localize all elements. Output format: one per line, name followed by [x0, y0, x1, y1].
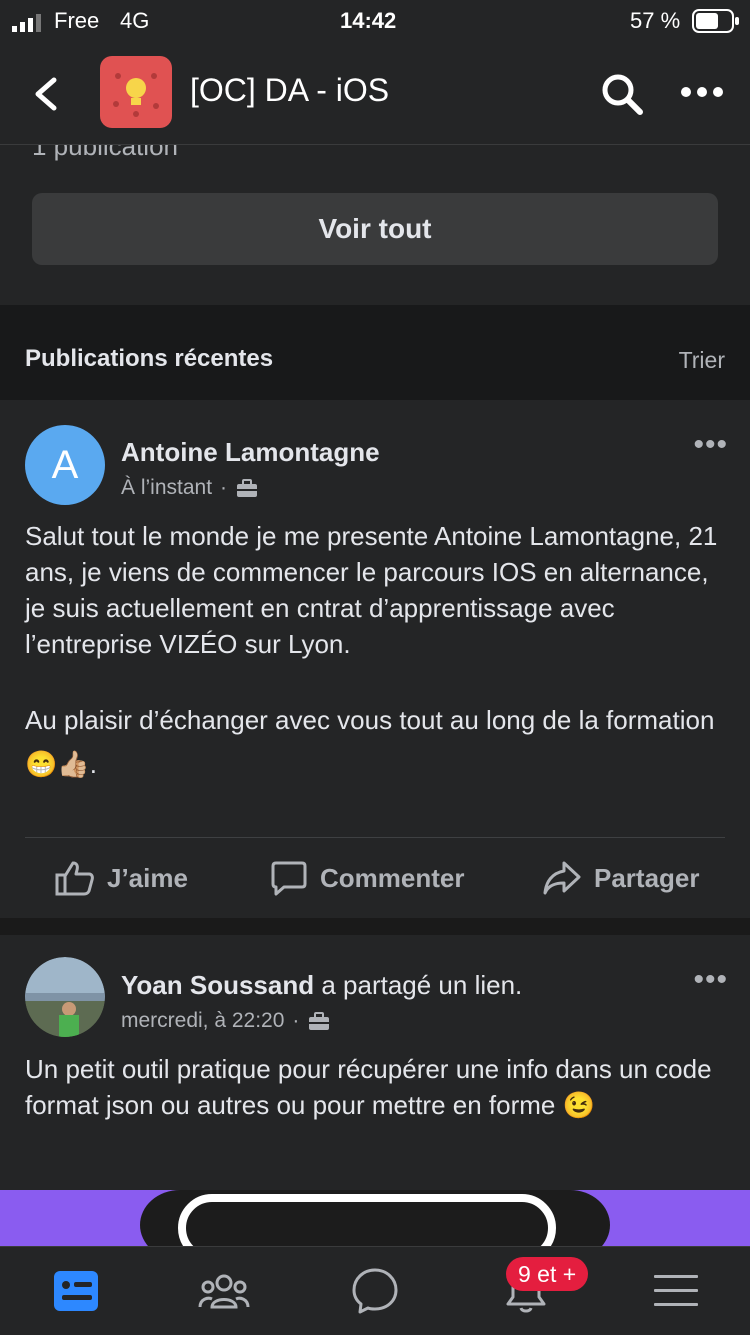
- lightbulb-icon: [113, 73, 159, 117]
- avatar[interactable]: A: [25, 425, 105, 505]
- group-avatar[interactable]: [100, 56, 172, 128]
- sort-button[interactable]: Trier: [679, 347, 725, 374]
- battery-percent: 57 %: [630, 8, 681, 33]
- groups-icon: [198, 1274, 250, 1309]
- link-preview-image[interactable]: [0, 1190, 750, 1246]
- group-title[interactable]: [OC] DA - iOS: [190, 72, 389, 109]
- status-bar: Free 4G 14:42 57 %: [0, 0, 750, 44]
- post-options-icon[interactable]: •••: [693, 963, 728, 997]
- share-label: Partager: [594, 862, 700, 893]
- comment-button[interactable]: Commenter: [270, 860, 464, 896]
- briefcase-icon: [309, 1012, 330, 1030]
- bottom-tab-bar: 9 et +: [0, 1246, 750, 1335]
- separator-dot: ·: [220, 476, 228, 499]
- post-meta: À l’instant ·: [121, 476, 259, 500]
- tab-feed[interactable]: [50, 1265, 102, 1317]
- separator-dot: ·: [292, 1009, 300, 1032]
- post-body: Un petit outil pratique pour récupérer u…: [25, 1054, 712, 1120]
- post-paragraph: Au plaisir d’échanger avec vous tout au …: [25, 705, 715, 779]
- comment-label: Commenter: [320, 862, 465, 893]
- comment-icon: [271, 861, 307, 896]
- thumbs-up-icon: [55, 861, 94, 896]
- divider: [25, 837, 725, 838]
- post-timestamp[interactable]: mercredi, à 22:20: [121, 1009, 284, 1033]
- post-options-icon[interactable]: •••: [693, 428, 728, 462]
- clock: 14:42: [340, 8, 397, 33]
- tab-menu[interactable]: [650, 1265, 702, 1317]
- signal-icon: [12, 14, 41, 32]
- feed-icon: [54, 1271, 98, 1311]
- post-author[interactable]: Antoine Lamontagne: [121, 437, 380, 468]
- notification-badge[interactable]: 9 et +: [506, 1257, 589, 1291]
- top-nav: [OC] DA - iOS: [0, 44, 750, 145]
- see-all-button[interactable]: Voir tout: [32, 193, 718, 265]
- post-author-suffix: a partagé un lien.: [321, 970, 523, 1000]
- summary-clip: 1 publication: [0, 145, 750, 175]
- briefcase-icon: [237, 479, 258, 497]
- battery-icon: [692, 9, 739, 33]
- publication-count: 1 publication: [32, 145, 178, 161]
- post-author[interactable]: Yoan Soussand: [121, 970, 314, 1000]
- share-button[interactable]: Partager: [542, 860, 700, 896]
- search-icon[interactable]: [600, 72, 644, 116]
- like-button[interactable]: J’aime: [55, 860, 188, 896]
- post-card: Yoan Soussand a partagé un lien. mercred…: [0, 935, 750, 1246]
- chevron-left-icon[interactable]: [32, 76, 60, 112]
- post-author-line: Yoan Soussand a partagé un lien.: [121, 970, 522, 1001]
- post-paragraph: Salut tout le monde je me presente Antoi…: [25, 521, 718, 659]
- more-icon[interactable]: [680, 86, 724, 98]
- avatar[interactable]: [25, 957, 105, 1037]
- share-icon: [543, 861, 581, 895]
- tab-groups[interactable]: [198, 1265, 250, 1317]
- post-meta: mercredi, à 22:20 ·: [121, 1009, 331, 1033]
- summary-section: 1 publication Voir tout: [0, 145, 750, 305]
- post-timestamp[interactable]: À l’instant: [121, 476, 212, 500]
- like-label: J’aime: [107, 862, 188, 893]
- tab-messenger[interactable]: [349, 1265, 401, 1317]
- recent-posts-header: Publications récentes Trier: [0, 305, 750, 400]
- post-body: Salut tout le monde je me presente Antoi…: [25, 518, 730, 786]
- carrier-label: Free: [54, 8, 100, 33]
- menu-icon: [654, 1275, 698, 1306]
- messenger-icon: [352, 1268, 398, 1314]
- network-label: 4G: [120, 8, 150, 33]
- section-title: Publications récentes: [25, 345, 274, 372]
- post-card: A Antoine Lamontagne À l’instant · ••• S…: [0, 400, 750, 918]
